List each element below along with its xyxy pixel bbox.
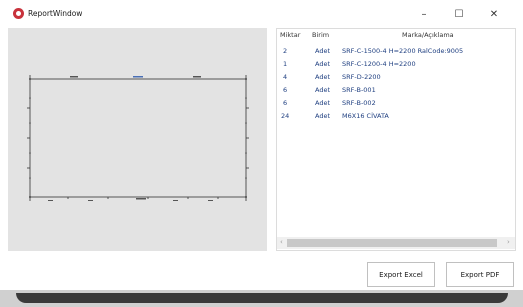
panel-outline xyxy=(29,78,247,198)
title-bar[interactable]: ReportWindow – ☐ ✕ xyxy=(0,0,523,28)
close-button[interactable]: ✕ xyxy=(480,3,508,25)
table-row[interactable]: 4 Adet SRF-D-2200 xyxy=(277,71,515,84)
dimension-labels xyxy=(48,76,213,201)
maximize-button[interactable]: ☐ xyxy=(445,3,473,25)
scroll-left-icon[interactable]: ‹ xyxy=(280,238,283,246)
table-header: Miktar Birim Marka/Açıklama xyxy=(277,29,515,41)
cell-birim: Adet xyxy=(315,112,331,120)
cell-marka: SRF-C-1200-4 H=2200 xyxy=(342,60,416,68)
taskbar-shadow xyxy=(16,293,508,303)
cell-birim: Adet xyxy=(315,99,331,107)
dimension-dots xyxy=(29,78,247,198)
cell-miktar: 24 xyxy=(281,112,290,120)
header-birim[interactable]: Birim xyxy=(312,31,329,39)
report-window: ReportWindow – ☐ ✕ Miktar Birim Marka/Aç… xyxy=(0,0,523,290)
table-row[interactable]: 24 Adet M6X16 CİVATA xyxy=(277,110,515,123)
cell-marka: SRF-B-001 xyxy=(342,86,376,94)
cell-birim: Adet xyxy=(315,47,331,55)
drawing-canvas xyxy=(27,75,249,201)
header-marka[interactable]: Marka/Açıklama xyxy=(402,31,454,39)
cell-birim: Adet xyxy=(315,60,331,68)
cell-miktar: 4 xyxy=(283,73,288,81)
scroll-right-icon[interactable]: › xyxy=(507,238,510,246)
scrollbar-thumb[interactable] xyxy=(287,239,497,247)
table-row[interactable]: 2 Adet SRF-C-1500-4 H=2200 RalCode:9005 xyxy=(277,45,515,58)
cell-birim: Adet xyxy=(315,86,331,94)
dimension-ticks xyxy=(27,75,249,201)
app-icon xyxy=(13,8,24,19)
table-row[interactable]: 6 Adet SRF-B-002 xyxy=(277,97,515,110)
materials-table: Miktar Birim Marka/Açıklama 2 Adet SRF-C… xyxy=(276,28,516,251)
horizontal-scrollbar[interactable]: ‹ › xyxy=(277,237,515,249)
cell-miktar: 2 xyxy=(283,47,288,55)
cell-marka: M6X16 CİVATA xyxy=(342,112,389,120)
export-excel-button[interactable]: Export Excel xyxy=(367,262,435,287)
minimize-button[interactable]: – xyxy=(410,3,438,25)
cell-miktar: 6 xyxy=(283,99,288,107)
cell-marka: SRF-D-2200 xyxy=(342,73,381,81)
cell-marka: SRF-B-002 xyxy=(342,99,376,107)
cell-miktar: 1 xyxy=(283,60,288,68)
table-row[interactable]: 6 Adet SRF-B-001 xyxy=(277,84,515,97)
window-title: ReportWindow xyxy=(28,9,83,18)
cell-birim: Adet xyxy=(315,73,331,81)
drawing-preview xyxy=(8,28,267,251)
header-miktar[interactable]: Miktar xyxy=(280,31,300,39)
export-pdf-button[interactable]: Export PDF xyxy=(446,262,514,287)
cell-miktar: 6 xyxy=(283,86,288,94)
table-row[interactable]: 1 Adet SRF-C-1200-4 H=2200 xyxy=(277,58,515,71)
cell-marka: SRF-C-1500-4 H=2200 RalCode:9005 xyxy=(342,47,464,55)
